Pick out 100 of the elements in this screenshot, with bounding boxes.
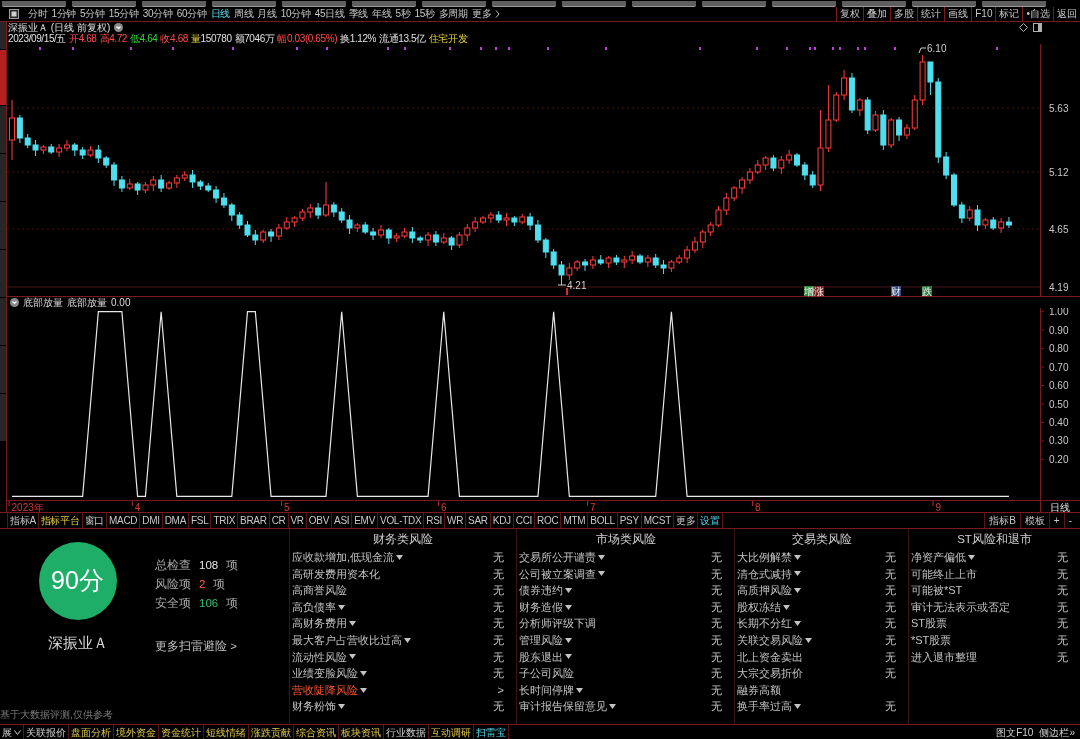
bottom-tab[interactable]: 资金统计: [159, 725, 204, 739]
risk-item[interactable]: 公司被立案调查: [519, 565, 596, 583]
risk-item[interactable]: 进入退市整理: [911, 648, 977, 666]
risk-item[interactable]: 清仓式减持: [737, 565, 792, 583]
period-tab[interactable]: 多周期: [436, 7, 470, 21]
indicator-tab[interactable]: DMA: [162, 513, 189, 528]
side-tab[interactable]: [0, 22, 6, 50]
risk-item[interactable]: 审计报告保留意见: [519, 698, 607, 715]
risk-item[interactable]: 营收陡降风险: [292, 681, 358, 699]
period-tab[interactable]: 5秒: [393, 7, 413, 21]
risk-item[interactable]: ST股票: [911, 615, 948, 632]
risk-item[interactable]: 可能被*ST: [911, 582, 963, 599]
risk-item[interactable]: 最大客户占营收比过高: [292, 632, 402, 649]
period-tab[interactable]: 5分钟: [78, 7, 107, 21]
risk-item[interactable]: 关联交易风险: [737, 632, 803, 649]
toolbar-button[interactable]: 画线: [944, 7, 972, 21]
indicator-tab[interactable]: RSI: [424, 513, 446, 528]
toolbar-button[interactable]: +: [1048, 513, 1064, 528]
toolbar-button[interactable]: 返回: [1053, 7, 1080, 21]
period-tab[interactable]: 30分钟: [140, 7, 175, 21]
risk-item[interactable]: 股权冻结: [737, 598, 781, 616]
bottom-tab[interactable]: 互动调研: [429, 725, 474, 739]
indicator-tab[interactable]: BRAR: [238, 513, 270, 528]
toolbar-button[interactable]: 图文F10: [993, 725, 1037, 739]
period-tab[interactable]: 60分钟: [174, 7, 209, 21]
toolbar-button[interactable]: [632, 1, 696, 7]
toolbar-button[interactable]: 指标B: [984, 513, 1020, 528]
indicator-tab[interactable]: DMI: [140, 513, 163, 528]
risk-item[interactable]: 流动性风险: [292, 648, 347, 666]
toolbar-button[interactable]: [422, 1, 486, 7]
risk-item[interactable]: 分析师评级下调: [519, 615, 596, 632]
indicator-tab[interactable]: MACD: [107, 513, 141, 528]
risk-item[interactable]: 北上资金卖出: [737, 648, 803, 666]
risk-item[interactable]: 财务粉饰: [292, 698, 336, 715]
indicator-tab[interactable]: 设置: [698, 513, 723, 528]
period-tab[interactable]: 10分钟: [278, 7, 313, 21]
indicator-tab[interactable]: FSL: [189, 513, 212, 528]
risk-item[interactable]: 融券高额: [737, 681, 781, 699]
risk-item[interactable]: 交易所公开谴责: [519, 549, 596, 566]
toolbar-button[interactable]: [492, 1, 556, 7]
indicator-tab[interactable]: KDJ: [490, 513, 514, 528]
bottom-tab[interactable]: 涨跌贡献: [249, 725, 294, 739]
toolbar-button[interactable]: [352, 1, 416, 7]
risk-item[interactable]: 审计无法表示或否定: [911, 598, 1010, 616]
indicator-tab[interactable]: PSY: [617, 513, 642, 528]
toolbar-button[interactable]: [772, 1, 836, 7]
bottom-tab[interactable]: 短线情绪: [204, 725, 249, 739]
toolbar-button[interactable]: [212, 1, 276, 7]
toolbar-button[interactable]: 侧边栏»: [1036, 725, 1078, 739]
risk-item[interactable]: 高财务费用: [292, 615, 347, 632]
risk-item[interactable]: 长时间停牌: [519, 681, 574, 699]
period-tab[interactable]: 周线: [231, 7, 256, 21]
risk-item[interactable]: 管理风险: [519, 632, 563, 649]
risk-item[interactable]: 大比例解禁: [737, 549, 792, 566]
risk-item[interactable]: 股东退出: [519, 648, 563, 666]
indicator-tab[interactable]: 指标平台: [38, 513, 83, 528]
indicator-tab[interactable]: VOL-TDX: [378, 513, 425, 528]
risk-item[interactable]: 可能终止上市: [911, 565, 977, 583]
period-tab[interactable]: 分时: [26, 7, 50, 21]
bottom-tab[interactable]: 盘面分析: [69, 725, 114, 739]
toolbar-button[interactable]: [282, 1, 346, 7]
indicator-tab[interactable]: VR: [288, 513, 307, 528]
risk-item[interactable]: 高研发费用资本化: [292, 565, 380, 583]
indicator-tab[interactable]: CCI: [513, 513, 536, 528]
period-tab[interactable]: 日线: [208, 7, 232, 21]
period-tab[interactable]: 1分钟: [49, 7, 79, 21]
indicator-tab[interactable]: MCST: [641, 513, 674, 528]
bottom-tab[interactable]: 展: [0, 725, 24, 739]
indicator-tab[interactable]: EMV: [352, 513, 378, 528]
risk-item[interactable]: 高负债率: [292, 598, 336, 616]
indicator-tab[interactable]: 更多: [673, 513, 699, 528]
period-tab[interactable]: 15分钟: [106, 7, 141, 21]
indicator-tab[interactable]: ROC: [535, 513, 562, 528]
bottom-tab[interactable]: 行业数据: [384, 725, 429, 739]
toolbar-button[interactable]: •自选: [1022, 7, 1053, 21]
toolbar-button[interactable]: 模板: [1019, 513, 1049, 528]
toolbar-button[interactable]: 标记: [995, 7, 1023, 21]
indicator-tab[interactable]: MTM: [561, 513, 589, 528]
indicator-tab[interactable]: CR: [269, 513, 289, 528]
toolbar-button[interactable]: 复权: [836, 7, 864, 21]
toolbar-button[interactable]: 统计: [917, 7, 945, 21]
more-button[interactable]: 更多: [469, 7, 502, 21]
indicator-tab[interactable]: TRIX: [211, 513, 239, 528]
indicator-tab[interactable]: BOLL: [588, 513, 618, 528]
indicator-tab[interactable]: OBV: [306, 513, 332, 528]
toolbar-button[interactable]: 叠加: [863, 7, 891, 21]
indicator-tab[interactable]: SAR: [466, 513, 491, 528]
bottom-tab[interactable]: 综合资讯: [294, 725, 339, 739]
toolbar-button[interactable]: [982, 1, 1046, 7]
toolbar-button[interactable]: [72, 1, 136, 7]
bottom-tab[interactable]: 扫雷宝: [474, 725, 509, 739]
period-tab[interactable]: 45日线: [312, 7, 347, 21]
period-tab[interactable]: 15秒: [412, 7, 437, 21]
more-link[interactable]: 更多扫雷避险 >: [155, 638, 237, 654]
period-tab[interactable]: 季线: [346, 7, 371, 21]
risk-item[interactable]: *ST股票: [911, 632, 952, 649]
indicator-tab[interactable]: 窗口: [82, 513, 107, 528]
risk-item[interactable]: 业绩变脸风险: [292, 665, 358, 682]
risk-item[interactable]: 子公司风险: [519, 665, 574, 682]
indicator-tab[interactable]: ASI: [332, 513, 353, 528]
